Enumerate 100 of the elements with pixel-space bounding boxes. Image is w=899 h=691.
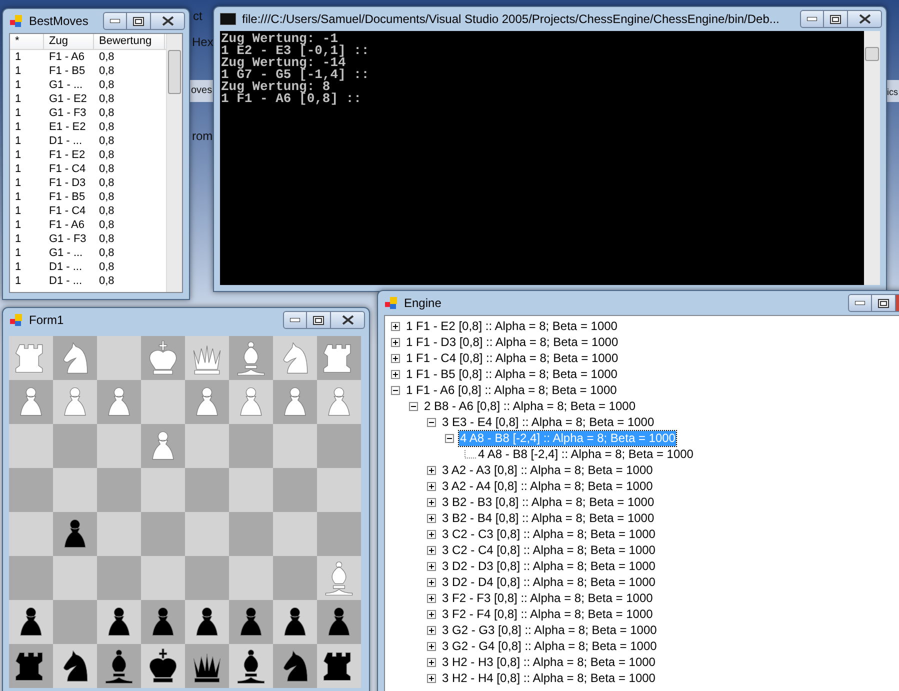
expand-icon[interactable]	[427, 674, 436, 682]
board-square[interactable]	[273, 600, 317, 644]
collapse-icon[interactable]	[427, 418, 436, 426]
scrollbar[interactable]	[166, 34, 182, 292]
table-cell-text: 1	[14, 78, 22, 92]
expand-icon[interactable]	[427, 466, 436, 474]
tree-item[interactable]: 3 C2 - C4 [0,8] :: Alpha = 8; Beta = 1000	[441, 542, 656, 558]
tree-item[interactable]: 3 D2 - D4 [0,8] :: Alpha = 8; Beta = 1000	[441, 574, 656, 590]
expand-icon[interactable]	[427, 482, 436, 490]
tree-item[interactable]: 3 D2 - D3 [0,8] :: Alpha = 8; Beta = 1000	[441, 558, 656, 574]
expand-icon[interactable]	[391, 322, 400, 330]
expand-icon[interactable]	[427, 562, 436, 570]
board-square[interactable]	[97, 600, 141, 644]
tree-item[interactable]: 3 C2 - C3 [0,8] :: Alpha = 8; Beta = 1000	[441, 526, 656, 542]
tree-item[interactable]: 1 F1 - E2 [0,8] :: Alpha = 8; Beta = 1000	[405, 318, 618, 334]
editor-text-fragment: Hex	[192, 36, 214, 48]
expand-icon[interactable]	[427, 610, 436, 618]
tree-item[interactable]: 3 H2 - H4 [0,8] :: Alpha = 8; Beta = 1000	[441, 670, 656, 686]
collapse-icon[interactable]	[391, 386, 400, 394]
table-cell-text: 0,8	[98, 232, 116, 246]
minimize-button[interactable]	[848, 294, 872, 312]
expand-icon[interactable]	[427, 546, 436, 554]
tree-item[interactable]: 3 F2 - F3 [0,8] :: Alpha = 8; Beta = 1000	[441, 590, 654, 606]
maximize-button[interactable]	[824, 10, 848, 28]
table-cell-text: 0,8	[98, 106, 116, 120]
table-cell-text: 1	[14, 134, 22, 148]
collapse-icon[interactable]	[445, 434, 454, 442]
table-cell-text: G1 - F3	[48, 106, 88, 120]
expand-icon[interactable]	[427, 578, 436, 586]
expand-icon[interactable]	[427, 594, 436, 602]
minimize-button[interactable]	[103, 12, 127, 30]
table-cell-text: D1 - ...	[48, 274, 84, 288]
minimize-button[interactable]	[800, 10, 824, 28]
table-cell-text: D1 - ...	[48, 134, 84, 148]
tree-item[interactable]: 3 B2 - B3 [0,8] :: Alpha = 8; Beta = 1000	[441, 494, 656, 510]
close-button[interactable]	[151, 12, 185, 30]
maximize-button[interactable]	[307, 311, 331, 329]
console-line: Zug Wertung: 8	[221, 81, 330, 93]
table-cell-text: 0,8	[98, 176, 116, 190]
tree-item[interactable]: 3 H2 - H3 [0,8] :: Alpha = 8; Beta = 1000	[441, 654, 656, 670]
expand-icon[interactable]	[427, 658, 436, 666]
tree-item[interactable]: 3 A2 - A4 [0,8] :: Alpha = 8; Beta = 1000	[441, 478, 654, 494]
minimize-button[interactable]	[283, 311, 307, 329]
board-square[interactable]	[141, 600, 185, 644]
board-square[interactable]	[317, 600, 361, 644]
expand-icon[interactable]	[391, 354, 400, 362]
expand-icon[interactable]	[391, 338, 400, 346]
column-header[interactable]: Bewertung	[94, 34, 165, 49]
console-line: 1 G7 - G5 [-1,4] ::	[221, 69, 370, 81]
tree-item[interactable]: 1 F1 - C4 [0,8] :: Alpha = 8; Beta = 1000	[405, 350, 620, 366]
tree-item[interactable]: 4 A8 - B8 [-2,4] :: Alpha = 8; Beta = 1000	[477, 446, 694, 462]
console-line: Zug Wertung: -14	[221, 57, 347, 69]
column-header[interactable]: *	[10, 34, 44, 49]
table-cell-text: 1	[14, 246, 22, 260]
scrollbar[interactable]	[864, 31, 880, 285]
minimize-icon	[855, 301, 865, 305]
expand-icon[interactable]	[427, 514, 436, 522]
maximize-button[interactable]	[127, 12, 151, 30]
table-cell-text: 1	[14, 162, 22, 176]
tree-item[interactable]: 3 A2 - A3 [0,8] :: Alpha = 8; Beta = 1000	[441, 462, 654, 478]
tree-item[interactable]: 3 B2 - B4 [0,8] :: Alpha = 8; Beta = 1000	[441, 510, 656, 526]
board-square[interactable]	[185, 600, 229, 644]
board-square[interactable]	[9, 644, 53, 688]
console-line: 1 E2 - E3 [-0,1] ::	[221, 45, 370, 57]
table-cell-text: 1	[14, 232, 22, 246]
minimize-icon	[807, 17, 817, 21]
tree-item[interactable]: 1 F1 - A6 [0,8] :: Alpha = 8; Beta = 1000	[405, 382, 618, 398]
tree-item[interactable]: 1 F1 - B5 [0,8] :: Alpha = 8; Beta = 1000	[405, 366, 618, 382]
maximize-icon	[133, 16, 144, 26]
expand-icon[interactable]	[427, 642, 436, 650]
table-cell-text: F1 - A6	[48, 218, 86, 232]
expand-icon[interactable]	[427, 498, 436, 506]
board-square[interactable]	[229, 644, 273, 688]
column-header[interactable]: Zug	[44, 34, 94, 49]
board-square[interactable]	[229, 600, 273, 644]
tree-item[interactable]: 3 G2 - G3 [0,8] :: Alpha = 8; Beta = 1000	[441, 622, 658, 638]
board-square[interactable]	[53, 512, 97, 556]
close-button[interactable]	[848, 10, 882, 28]
board-square[interactable]	[185, 644, 229, 688]
board-square[interactable]	[141, 644, 185, 688]
table-cell-text: G1 - E2	[48, 92, 88, 106]
table-cell-text: 1	[14, 106, 22, 120]
tree-item[interactable]: 2 B8 - A6 [0,8] :: Alpha = 8; Beta = 1000	[423, 398, 636, 414]
maximize-button[interactable]	[872, 294, 896, 312]
table-cell-text: 0,8	[98, 162, 116, 176]
board-square[interactable]	[97, 644, 141, 688]
board-square[interactable]	[273, 644, 317, 688]
tree-item[interactable]: 3 E3 - E4 [0,8] :: Alpha = 8; Beta = 1000	[441, 414, 656, 430]
board-square[interactable]	[53, 644, 97, 688]
tree-item[interactable]: 1 F1 - D3 [0,8] :: Alpha = 8; Beta = 1000	[405, 334, 620, 350]
board-square[interactable]	[317, 644, 361, 688]
collapse-icon[interactable]	[409, 402, 418, 410]
close-button[interactable]	[331, 311, 365, 329]
tree-item[interactable]: 3 G2 - G4 [0,8] :: Alpha = 8; Beta = 1000	[441, 638, 658, 654]
tree-item[interactable]: 3 F2 - F4 [0,8] :: Alpha = 8; Beta = 1000	[441, 606, 654, 622]
expand-icon[interactable]	[427, 626, 436, 634]
board-square[interactable]	[9, 600, 53, 644]
table-cell-text: 0,8	[98, 50, 116, 64]
expand-icon[interactable]	[391, 370, 400, 378]
expand-icon[interactable]	[427, 530, 436, 538]
